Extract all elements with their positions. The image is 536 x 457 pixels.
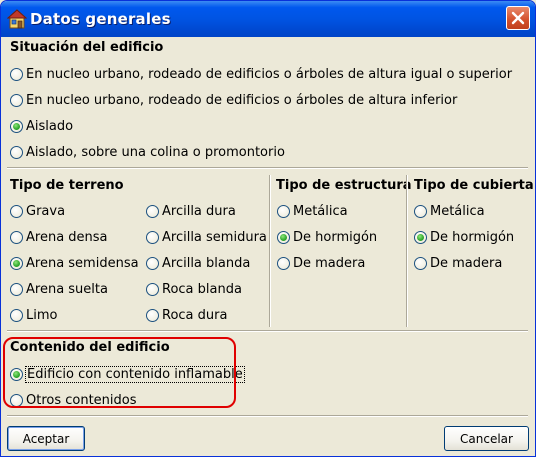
radio-estructura-hormigon[interactable]: De hormigón [277, 229, 377, 245]
radio-label: Limo [26, 307, 58, 323]
radio-button[interactable] [10, 367, 23, 381]
radio-button[interactable] [10, 67, 23, 81]
radio-button[interactable] [414, 204, 427, 218]
radio-button[interactable] [414, 230, 427, 244]
radio-button[interactable] [146, 282, 159, 296]
radio-button[interactable] [10, 204, 23, 218]
accept-button[interactable]: Aceptar [7, 426, 85, 451]
divider [7, 415, 528, 417]
radio-terreno-roca-blanda[interactable]: Roca blanda [146, 281, 242, 297]
radio-terreno-grava[interactable]: Grava [10, 203, 65, 219]
dialog-window: Datos generales Situación del edificio E… [0, 0, 536, 457]
radio-label: Metálica [293, 203, 348, 219]
radio-terreno-arcilla-blanda[interactable]: Arcilla blanda [146, 255, 250, 271]
radio-button[interactable] [414, 256, 427, 270]
radio-label: Otros contenidos [26, 392, 137, 408]
radio-terreno-arcilla-semidura[interactable]: Arcilla semidura [146, 229, 267, 245]
close-icon [511, 11, 525, 25]
divider [269, 175, 271, 327]
section-header-terreno: Tipo de terreno [10, 178, 124, 193]
radio-situacion-urbano-inferior[interactable]: En nucleo urbano, rodeado de edificios o… [10, 92, 457, 108]
section-header-estructura: Tipo de estructura [276, 178, 412, 193]
radio-label: Arcilla semidura [162, 229, 267, 245]
radio-button[interactable] [10, 93, 23, 107]
divider [406, 175, 408, 327]
radio-label: Arena semidensa [26, 255, 139, 271]
radio-estructura-madera[interactable]: De madera [277, 255, 365, 271]
radio-terreno-roca-dura[interactable]: Roca dura [146, 307, 227, 323]
radio-label: En nucleo urbano, rodeado de edificios o… [26, 92, 458, 108]
radio-label: Arena densa [26, 229, 108, 245]
radio-label: De hormigón [293, 229, 378, 245]
divider [7, 167, 528, 169]
radio-terreno-limo[interactable]: Limo [10, 307, 57, 323]
section-header-situacion: Situación del edificio [10, 40, 164, 55]
radio-button[interactable] [10, 282, 23, 296]
radio-cubierta-metalica[interactable]: Metálica [414, 203, 485, 219]
radio-label: Arcilla dura [162, 203, 236, 219]
radio-terreno-arena-semidensa[interactable]: Arena semidensa [10, 255, 139, 271]
radio-label: De hormigón [430, 229, 515, 245]
section-header-cubierta: Tipo de cubierta [414, 178, 534, 193]
radio-contenido-otros[interactable]: Otros contenidos [10, 392, 137, 408]
radio-terreno-arcilla-dura[interactable]: Arcilla dura [146, 203, 236, 219]
title-bar[interactable]: Datos generales [1, 1, 535, 37]
cancel-button[interactable]: Cancelar [444, 426, 529, 451]
radio-button[interactable] [10, 256, 23, 270]
radio-button[interactable] [10, 308, 23, 322]
radio-label: Arena suelta [26, 281, 108, 297]
radio-cubierta-hormigon[interactable]: De hormigón [414, 229, 514, 245]
dialog-content: Situación del edificio En nucleo urbano,… [1, 37, 535, 456]
window-title: Datos generales [30, 10, 171, 28]
radio-terreno-arena-densa[interactable]: Arena densa [10, 229, 108, 245]
house-icon [7, 9, 27, 29]
radio-label: Edificio con contenido inflamable [25, 365, 245, 383]
radio-button[interactable] [146, 204, 159, 218]
radio-cubierta-madera[interactable]: De madera [414, 255, 502, 271]
radio-label: De madera [293, 255, 366, 271]
radio-label: En nucleo urbano, rodeado de edificios o… [26, 66, 513, 82]
divider [7, 330, 528, 332]
radio-button[interactable] [146, 256, 159, 270]
radio-terreno-arena-suelta[interactable]: Arena suelta [10, 281, 108, 297]
radio-label: Roca dura [162, 307, 228, 323]
radio-situacion-colina[interactable]: Aislado, sobre una colina o promontorio [10, 144, 285, 160]
radio-label: De madera [430, 255, 503, 271]
radio-situacion-aislado[interactable]: Aislado [10, 118, 73, 134]
radio-contenido-inflamable[interactable]: Edificio con contenido inflamable [10, 365, 245, 383]
radio-button[interactable] [10, 393, 23, 407]
radio-label: Arcilla blanda [162, 255, 251, 271]
radio-button[interactable] [146, 308, 159, 322]
section-header-contenido: Contenido del edificio [10, 340, 170, 355]
radio-button[interactable] [10, 145, 23, 159]
radio-label: Aislado, sobre una colina o promontorio [26, 144, 285, 160]
radio-label: Aislado [26, 118, 74, 134]
radio-button[interactable] [10, 119, 23, 133]
radio-label: Grava [26, 203, 66, 219]
radio-label: Roca blanda [162, 281, 242, 297]
radio-button[interactable] [10, 230, 23, 244]
radio-label: Metálica [430, 203, 485, 219]
radio-button[interactable] [277, 256, 290, 270]
radio-button[interactable] [146, 230, 159, 244]
radio-estructura-metalica[interactable]: Metálica [277, 203, 348, 219]
radio-situacion-urbano-igual[interactable]: En nucleo urbano, rodeado de edificios o… [10, 66, 512, 82]
radio-button[interactable] [277, 230, 290, 244]
close-button[interactable] [506, 6, 530, 30]
radio-button[interactable] [277, 204, 290, 218]
